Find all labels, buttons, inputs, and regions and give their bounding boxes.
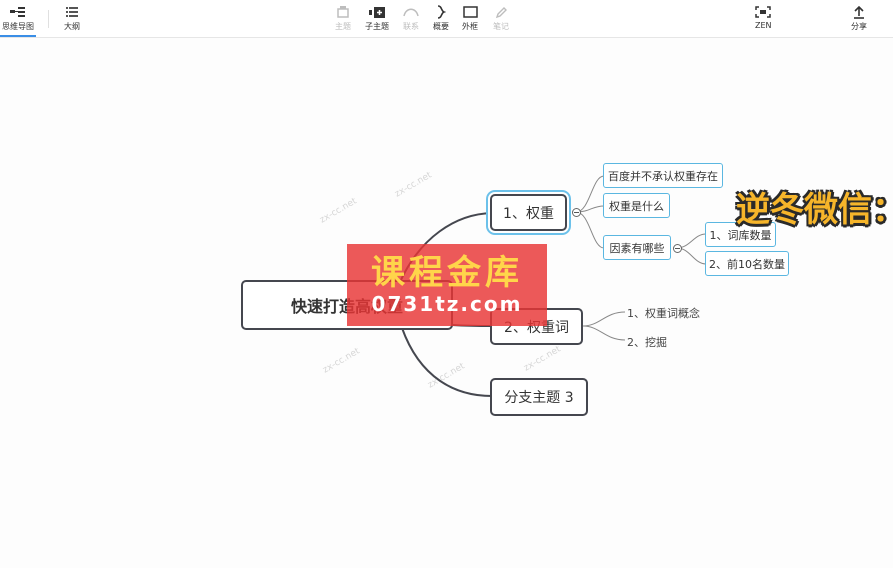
relationship-icon xyxy=(403,4,419,20)
share-upload-icon xyxy=(853,4,865,20)
collapse-toggle-icon[interactable] xyxy=(673,244,682,253)
connector-sub xyxy=(575,211,605,249)
promo-banner-title: 课程金库 xyxy=(371,253,523,293)
subtopic-button[interactable]: 子主题 xyxy=(365,4,389,32)
tab-outline[interactable]: 大纲 xyxy=(64,4,80,32)
tab-mindmap-label: 思维导图 xyxy=(2,22,34,31)
boundary-button-label: 外框 xyxy=(462,22,478,31)
summary-button-label: 概要 xyxy=(433,22,449,31)
subtopic-button-label: 子主题 xyxy=(365,22,389,31)
subtopic-baidu-weight[interactable]: 百度并不承认权重存在 xyxy=(603,163,723,188)
relationship-button-label: 联系 xyxy=(403,22,419,31)
subtopic-what-is-weight[interactable]: 权重是什么 xyxy=(603,193,670,218)
topic-icon xyxy=(337,4,349,20)
share-button-label: 分享 xyxy=(851,22,867,31)
boundary-button[interactable]: 外框 xyxy=(462,4,478,32)
topic-button[interactable]: 主题 xyxy=(335,4,351,32)
connector-root-branch3 xyxy=(401,327,493,397)
branch-topic-weight[interactable]: 1、权重 xyxy=(490,194,567,231)
top-toolbar: 思维导图 大纲 主题 子主题 联系 概要 外框 笔记 ZEN 分享 xyxy=(0,0,893,38)
boundary-box-icon xyxy=(462,4,478,20)
subtopic-top10-count[interactable]: 2、前10名数量 xyxy=(705,251,789,276)
zen-mode-label: ZEN xyxy=(755,21,772,30)
share-button[interactable]: 分享 xyxy=(851,4,867,32)
summary-brace-icon xyxy=(436,4,446,20)
relationship-button[interactable]: 联系 xyxy=(403,4,419,32)
zen-mode-button[interactable]: ZEN xyxy=(755,4,772,30)
subtopic-icon xyxy=(369,4,385,20)
promo-banner: 课程金库 0731tz.com xyxy=(347,244,547,326)
promo-banner-url: 0731tz.com xyxy=(371,292,523,316)
branch-topic-label: 分支主题 3 xyxy=(504,390,574,406)
outline-icon xyxy=(66,4,78,20)
tab-outline-label: 大纲 xyxy=(64,22,80,31)
note-button[interactable]: 笔记 xyxy=(493,4,509,32)
summary-button[interactable]: 概要 xyxy=(433,4,449,32)
subtopic-label: 2、前10名数量 xyxy=(709,257,785,271)
tab-mindmap[interactable]: 思维导图 xyxy=(0,4,36,37)
branch-topic-label: 1、权重 xyxy=(503,205,554,222)
subtopic-label: 百度并不承认权重存在 xyxy=(608,169,718,183)
collapse-toggle-icon[interactable] xyxy=(572,208,581,217)
note-button-label: 笔记 xyxy=(493,22,509,31)
subtopic-label: 因素有哪些 xyxy=(609,241,665,255)
note-pen-icon xyxy=(495,4,508,20)
topic-button-label: 主题 xyxy=(335,22,351,31)
zen-mode-icon xyxy=(755,4,772,20)
connector-sub xyxy=(582,325,626,341)
subtopic-mining[interactable]: 2、挖掘 xyxy=(627,334,667,350)
subtopic-label: 权重是什么 xyxy=(609,199,664,213)
subtopic-weight-word-concept[interactable]: 1、权重词概念 xyxy=(627,305,700,321)
branch-topic-3[interactable]: 分支主题 3 xyxy=(490,378,588,416)
subtopic-factors[interactable]: 因素有哪些 xyxy=(603,235,671,260)
promo-yellow-text: 逆冬微信： xyxy=(736,190,893,230)
toolbar-divider xyxy=(48,10,49,28)
mindmap-icon xyxy=(10,4,26,20)
connector-sub xyxy=(582,311,626,327)
